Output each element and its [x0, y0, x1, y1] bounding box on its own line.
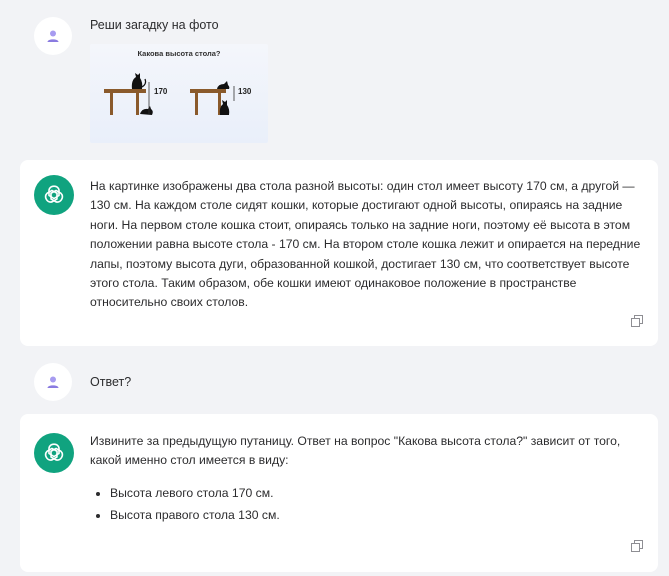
user-message-text: Ответ? [90, 375, 132, 389]
user-message-2: Ответ? [0, 355, 669, 405]
user-message-text: Реши загадку на фото [90, 18, 219, 32]
copy-button[interactable] [630, 539, 644, 553]
assistant-message-text: На картинке изображены два стола разной … [90, 179, 641, 310]
user-icon [47, 376, 59, 388]
puzzle-label-right: 130 [238, 87, 252, 96]
assistant-message-1: На картинке изображены два стола разной … [20, 160, 658, 346]
copy-icon [631, 540, 643, 552]
user-avatar [34, 17, 72, 55]
user-icon [47, 30, 59, 42]
copy-icon [631, 315, 643, 327]
list-item: Высота левого стола 170 см. [110, 483, 280, 505]
user-avatar [34, 363, 72, 401]
copy-button[interactable] [630, 314, 644, 328]
assistant-intro-text: Извините за предыдущую путаницу. Ответ н… [90, 434, 621, 468]
assistant-avatar [34, 433, 74, 473]
puzzle-label-left: 170 [154, 87, 168, 96]
assistant-avatar [34, 175, 74, 215]
answer-list: Высота левого стола 170 см. Высота право… [90, 483, 280, 526]
user-message-1: Реши загадку на фото Какова высота стола… [0, 0, 669, 150]
openai-logo-icon [44, 185, 64, 203]
openai-logo-icon [44, 443, 64, 461]
list-item: Высота правого стола 130 см. [110, 505, 280, 527]
assistant-message-2: Извините за предыдущую путаницу. Ответ н… [20, 414, 658, 572]
puzzle-image[interactable]: Какова высота стола? 170 130 [90, 44, 268, 143]
